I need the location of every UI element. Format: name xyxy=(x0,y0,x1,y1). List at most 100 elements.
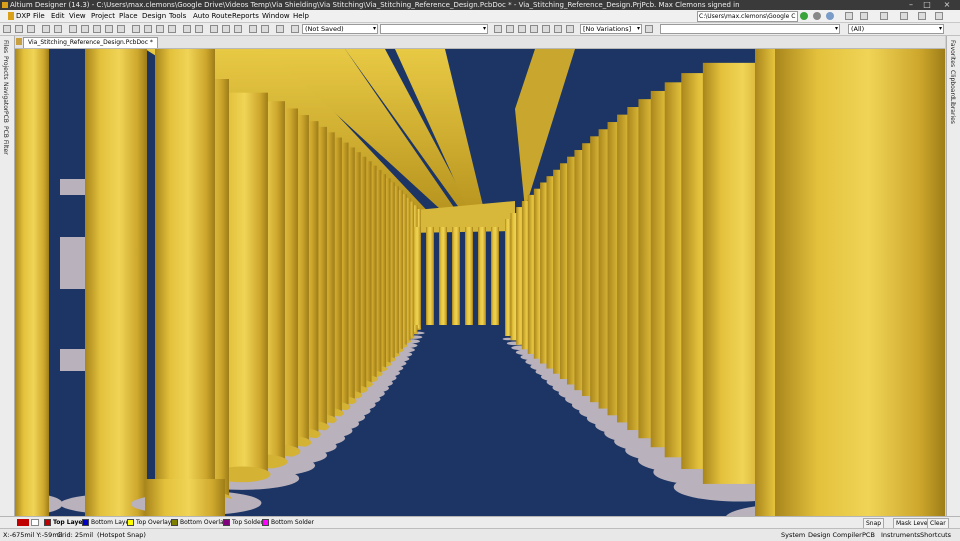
workspace-icon[interactable] xyxy=(880,12,888,20)
via-barrel xyxy=(155,49,215,516)
component-icon[interactable] xyxy=(645,25,653,33)
pcb-3d-viewport[interactable] xyxy=(15,49,945,516)
browse-components-icon[interactable] xyxy=(291,25,299,33)
redo-icon[interactable] xyxy=(261,25,269,33)
zoom-selected-icon[interactable] xyxy=(105,25,113,33)
window-tile-icon[interactable] xyxy=(900,12,908,20)
menu-window[interactable]: Window xyxy=(262,10,290,22)
layer-stack-icon[interactable] xyxy=(494,25,502,33)
layer-tab-bar: Top Layer Bottom Layer Top Overlay Botto… xyxy=(0,516,960,529)
settings-gear-icon[interactable] xyxy=(813,12,821,20)
menu-project[interactable]: Project xyxy=(91,10,115,22)
saved-state-dropdown[interactable]: (Not Saved) ▾ xyxy=(302,24,378,34)
minimize-button[interactable]: – xyxy=(904,0,918,10)
deselect-icon[interactable] xyxy=(222,25,230,33)
rubber-stamp-icon[interactable] xyxy=(168,25,176,33)
new-file-icon[interactable] xyxy=(3,25,11,33)
crossprobe-icon[interactable] xyxy=(276,25,284,33)
panel-tab-navigator[interactable]: Navigator xyxy=(2,82,9,111)
panel-tab-favorites[interactable]: Favorites xyxy=(949,40,956,67)
chevron-down-icon: ▾ xyxy=(372,25,376,32)
panel-tab-projects[interactable]: Projects xyxy=(2,56,9,80)
layer-tab-top-solder[interactable]: Top Solder xyxy=(223,518,263,527)
drc-icon[interactable] xyxy=(542,25,550,33)
menu-tools[interactable]: Tools xyxy=(169,10,186,22)
board-3d-render[interactable] xyxy=(15,49,945,516)
menu-edit[interactable]: Edit xyxy=(51,10,65,22)
scope-filter-dropdown[interactable]: (All) ▾ xyxy=(848,24,944,34)
menu-auto-route[interactable]: Auto Route xyxy=(193,10,232,22)
open-file-icon[interactable] xyxy=(15,25,23,33)
cut-icon[interactable] xyxy=(132,25,140,33)
via-barrel xyxy=(439,227,447,325)
layer-label: Top Solder xyxy=(232,519,264,526)
menu-help[interactable]: Help xyxy=(293,10,309,22)
variations-dropdown[interactable]: [No Variations] ▾ xyxy=(580,24,642,34)
print-preview-icon[interactable] xyxy=(54,25,62,33)
panel-tab-pcb[interactable]: PCB xyxy=(2,111,9,123)
tools-icon[interactable] xyxy=(845,12,853,20)
menu-design[interactable]: Design xyxy=(142,10,166,22)
move-icon[interactable] xyxy=(210,25,218,33)
report-icon[interactable] xyxy=(554,25,562,33)
save-icon[interactable] xyxy=(27,25,35,33)
menu-dxp[interactable]: DXP xyxy=(16,10,30,22)
project-path-field[interactable]: C:\Users\max.clemons\Google C xyxy=(697,11,798,22)
open-project-icon[interactable] xyxy=(69,25,77,33)
view-config-dropdown[interactable]: ▾ xyxy=(380,24,488,34)
output-icon[interactable] xyxy=(566,25,574,33)
panel-tab-libraries[interactable]: Libraries xyxy=(949,98,956,124)
status-button-shortcuts[interactable]: Shortcuts xyxy=(920,529,951,541)
layer-label: Bottom Overlay xyxy=(180,519,228,526)
menu-view[interactable]: View xyxy=(69,10,86,22)
zoom-fit-icon[interactable] xyxy=(81,25,89,33)
layer-tab-bottom-layer[interactable]: Bottom Layer xyxy=(82,518,132,527)
select-area-icon[interactable] xyxy=(183,25,191,33)
pcb-document-icon xyxy=(16,38,22,45)
status-button-design-compiler[interactable]: Design Compiler xyxy=(808,529,862,541)
via-barrel xyxy=(491,227,499,325)
help-icon[interactable] xyxy=(935,12,943,20)
status-button-instruments[interactable]: Instruments xyxy=(881,529,920,541)
menu-bar: DXP File Edit View Project Place Design … xyxy=(0,10,960,23)
panel-tab-clipboard[interactable]: Clipboard xyxy=(949,70,956,99)
layer-color-swatch xyxy=(44,519,51,526)
close-button[interactable]: × xyxy=(940,0,954,10)
panel-tab-pcb-filter[interactable]: PCB Filter xyxy=(2,126,9,155)
layer-label: Bottom Layer xyxy=(91,519,132,526)
copy-icon[interactable] xyxy=(144,25,152,33)
cursor-coordinates: X:-675mil Y:-59mil xyxy=(3,531,63,539)
layout-icon[interactable] xyxy=(860,12,868,20)
current-layer-indicator[interactable] xyxy=(17,519,29,526)
menu-reports[interactable]: Reports xyxy=(232,10,259,22)
undo-icon[interactable] xyxy=(249,25,257,33)
menu-place[interactable]: Place xyxy=(119,10,138,22)
maximize-button[interactable]: □ xyxy=(920,0,934,10)
search-icon[interactable] xyxy=(826,12,834,20)
paste-icon[interactable] xyxy=(156,25,164,33)
board-options-icon[interactable] xyxy=(506,25,514,33)
menu-file[interactable]: File xyxy=(33,10,45,22)
status-button-system[interactable]: System xyxy=(781,529,805,541)
layer-tab-bottom-overlay[interactable]: Bottom Overlay xyxy=(171,518,227,527)
layer-tab-bottom-solder[interactable]: Bottom Solder xyxy=(262,518,314,527)
zoom-filtered-icon[interactable] xyxy=(117,25,125,33)
document-tab[interactable]: Via_Stitching_Reference_Design.PcbDoc * xyxy=(23,37,158,48)
design-rules-icon[interactable] xyxy=(530,25,538,33)
via-barrel xyxy=(505,219,511,336)
net-filter-dropdown[interactable]: ▾ xyxy=(660,24,840,34)
via-barrel xyxy=(465,227,473,325)
variant-icon[interactable] xyxy=(518,25,526,33)
layer-tab-top-layer[interactable]: Top Layer xyxy=(44,518,85,527)
panel-tab-files[interactable]: Files xyxy=(2,40,9,53)
layer-set-icon[interactable] xyxy=(31,519,39,526)
print-icon[interactable] xyxy=(42,25,50,33)
back-icon[interactable] xyxy=(800,12,808,20)
select-connected-icon[interactable] xyxy=(195,25,203,33)
layer-tab-top-overlay[interactable]: Top Overlay xyxy=(127,518,171,527)
status-button-pcb[interactable]: PCB xyxy=(862,529,875,541)
clear-filter-icon[interactable] xyxy=(234,25,242,33)
preferences-icon[interactable] xyxy=(918,12,926,20)
grid-size: Grid: 25mil xyxy=(57,531,94,539)
zoom-area-icon[interactable] xyxy=(93,25,101,33)
